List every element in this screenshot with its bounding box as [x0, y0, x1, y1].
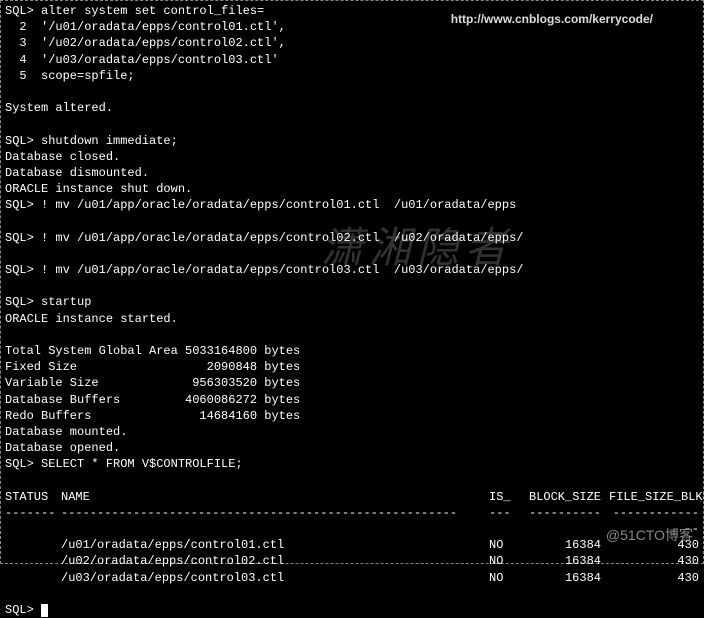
output-line: Database mounted. [5, 424, 699, 440]
output-line: Total System Global Area 5033164800 byte… [5, 343, 699, 359]
col-name: NAME [61, 489, 489, 505]
col-block-size: BLOCK_SIZE [529, 489, 609, 505]
output-line: Database closed. [5, 149, 699, 165]
output-line: Fixed Size 2090848 bytes [5, 359, 699, 375]
blank-line [5, 472, 699, 488]
output-line: ORACLE instance started. [5, 311, 699, 327]
col-file-size-blks: FILE_SIZE_BLKS [609, 489, 699, 505]
cell-name: /u01/oradata/epps/control01.ctl [61, 537, 489, 553]
cell-bs: 16384 [529, 537, 609, 553]
cell-status [5, 553, 61, 569]
cell-bs: 16384 [529, 553, 609, 569]
bottom-watermark: @51CTO博客 [606, 526, 693, 545]
cell-name: /u03/oradata/epps/control03.ctl [61, 570, 489, 586]
cell-name: /u02/oradata/epps/control02.ctl [61, 553, 489, 569]
dash: ----------------------------------------… [61, 505, 489, 537]
table-row: /u02/oradata/epps/control02.ctl NO 16384… [5, 553, 699, 569]
sql-line: SQL> shutdown immediate; [5, 133, 699, 149]
blank-line [5, 246, 699, 262]
col-status: STATUS [5, 489, 61, 505]
cell-status [5, 570, 61, 586]
sql-line: SQL> ! mv /u01/app/oracle/oradata/epps/c… [5, 230, 699, 246]
col-is: IS_ [489, 489, 529, 505]
table-divider: ------- --------------------------------… [5, 505, 699, 537]
dash: ---------- [529, 505, 609, 537]
output-line: ORACLE instance shut down. [5, 181, 699, 197]
blank-line [5, 84, 699, 100]
blank-line [5, 278, 699, 294]
cell-is: NO [489, 553, 529, 569]
sql-line: 3 '/u02/oradata/epps/control02.ctl', [5, 35, 699, 51]
cursor-icon [41, 604, 48, 617]
table-row: /u03/oradata/epps/control03.ctl NO 16384… [5, 570, 699, 586]
sql-prompt[interactable]: SQL> [5, 602, 699, 618]
sql-line: SQL> startup [5, 294, 699, 310]
sql-line: SQL> ! mv /u01/app/oracle/oradata/epps/c… [5, 262, 699, 278]
sql-line: 4 '/u03/oradata/epps/control03.ctl' [5, 52, 699, 68]
dash: --- [489, 505, 529, 537]
cell-fs: 430 [609, 570, 699, 586]
terminal-output[interactable]: SQL> alter system set control_files= 2 '… [5, 3, 699, 618]
source-url: http://www.cnblogs.com/kerrycode/ [451, 11, 653, 27]
output-line: System altered. [5, 100, 699, 116]
prompt-text: SQL> [5, 603, 41, 617]
output-line: Database opened. [5, 440, 699, 456]
cell-fs: 430 [609, 553, 699, 569]
output-line: Database Buffers 4060086272 bytes [5, 392, 699, 408]
blank-line [5, 116, 699, 132]
output-line: Redo Buffers 14684160 bytes [5, 408, 699, 424]
output-line: Database dismounted. [5, 165, 699, 181]
table-header: STATUS NAME IS_ BLOCK_SIZE FILE_SIZE_BLK… [5, 489, 699, 505]
cell-status [5, 537, 61, 553]
table-row: /u01/oradata/epps/control01.ctl NO 16384… [5, 537, 699, 553]
cell-is: NO [489, 570, 529, 586]
blank-line [5, 327, 699, 343]
cell-is: NO [489, 537, 529, 553]
blank-line [5, 586, 699, 602]
blank-line [5, 213, 699, 229]
cell-bs: 16384 [529, 570, 609, 586]
sql-line: SQL> SELECT * FROM V$CONTROLFILE; [5, 456, 699, 472]
sql-line: SQL> ! mv /u01/app/oracle/oradata/epps/c… [5, 197, 699, 213]
dash: ------- [5, 505, 61, 537]
sql-line: 5 scope=spfile; [5, 68, 699, 84]
output-line: Variable Size 956303520 bytes [5, 375, 699, 391]
